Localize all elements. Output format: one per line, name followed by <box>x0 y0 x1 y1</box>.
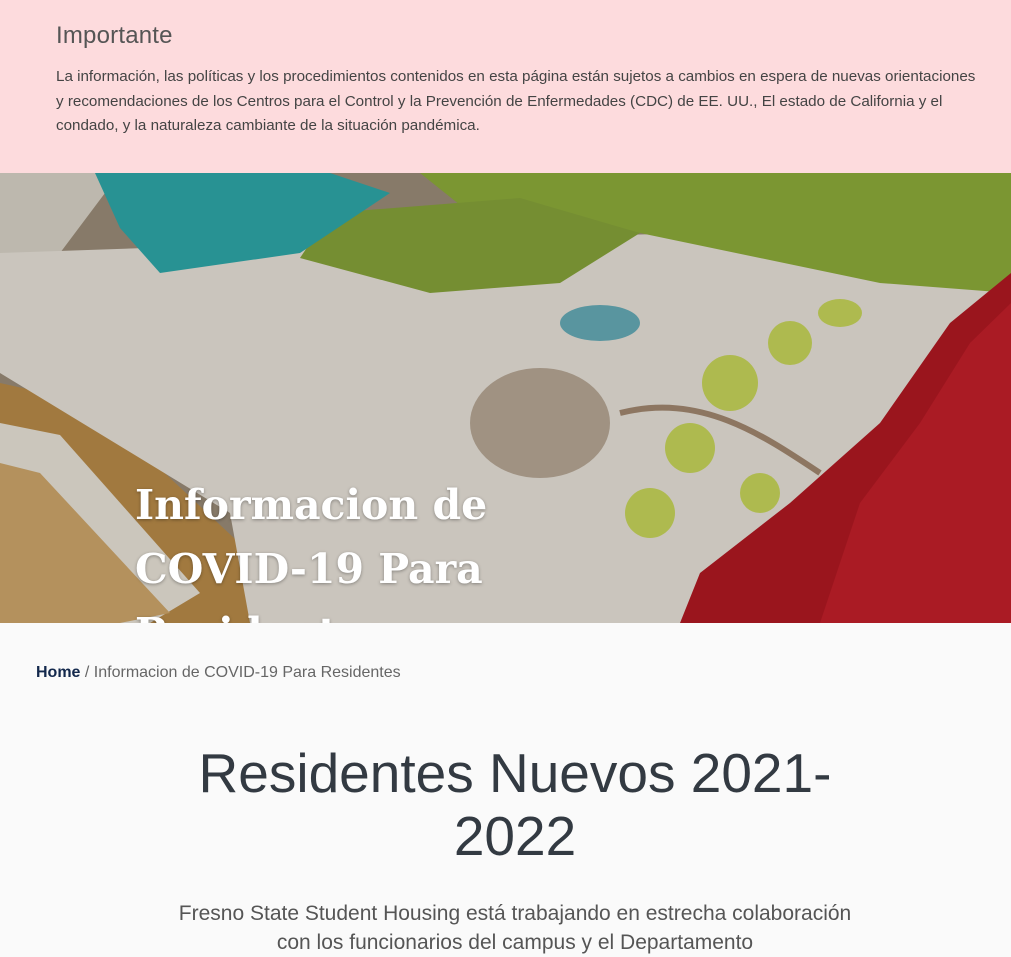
breadcrumb-home-link[interactable]: Home <box>36 664 80 681</box>
intro-paragraph: Fresno State Student Housing está trabaj… <box>178 902 852 954</box>
notice-body: La información, las políticas y los proc… <box>56 68 976 134</box>
hero-title: Informacion de COVID-19 Para Residentes <box>135 481 488 623</box>
breadcrumb-current: Informacion de COVID-19 Para Residentes <box>93 664 401 681</box>
notice-title: Importante <box>56 22 173 49</box>
page-title: Residentes Nuevos 2021-2022 <box>198 742 832 867</box>
breadcrumb: Home / Informacion de COVID-19 Para Resi… <box>36 664 401 682</box>
breadcrumb-separator: / <box>80 664 94 681</box>
important-notice: Importante La información, las políticas… <box>0 0 1011 173</box>
hero-banner: Informacion de COVID-19 Para Residentes <box>0 173 1011 623</box>
